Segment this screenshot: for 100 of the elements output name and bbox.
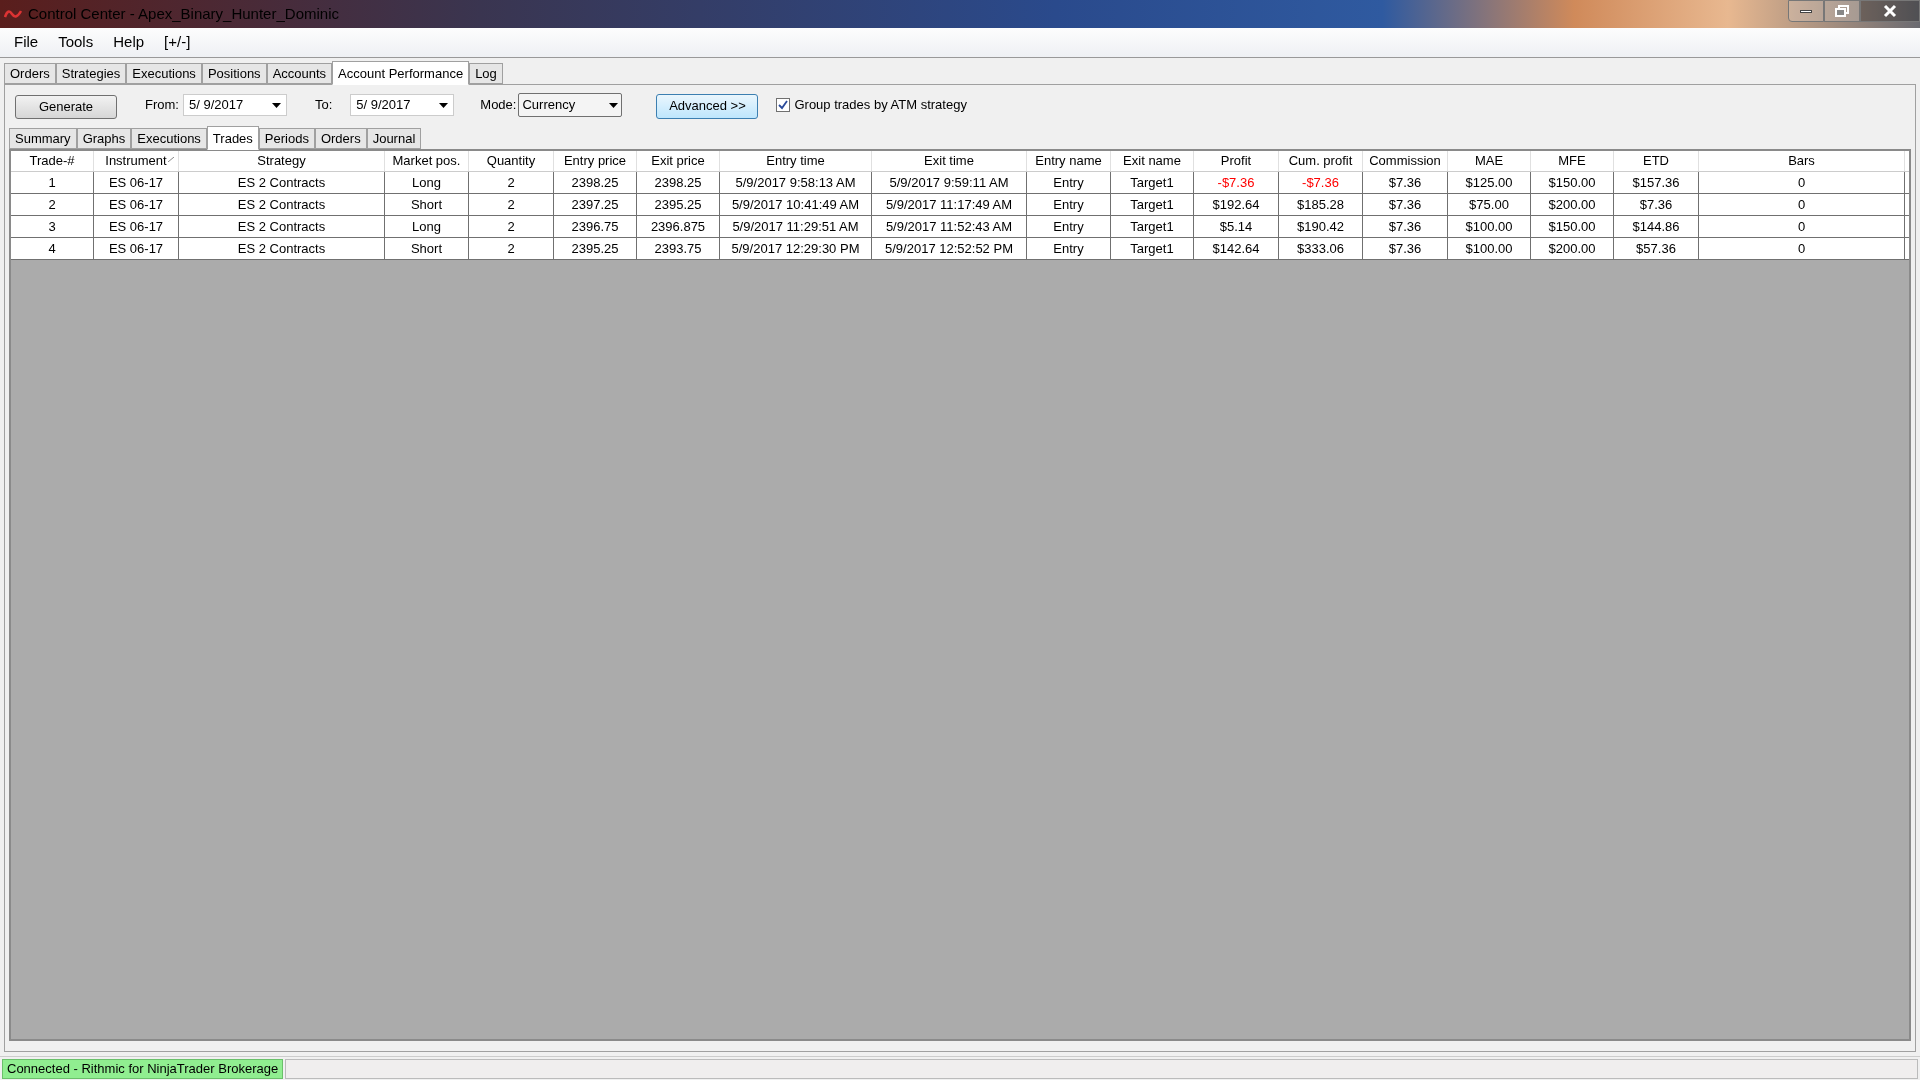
table-cell: ES 2 Contracts [179,238,385,259]
column-header[interactable]: Commission [1363,151,1448,171]
table-cell: $7.36 [1363,194,1448,215]
table-cell: 2 [11,194,94,215]
table-cell: $192.64 [1194,194,1279,215]
column-header[interactable]: Entry price [554,151,637,171]
checkbox[interactable] [776,98,791,112]
table-cell: 5/9/2017 12:52:52 PM [872,238,1027,259]
tab[interactable]: Accounts [266,63,333,84]
table-cell: 2396.875 [637,216,720,237]
table-cell: ES 2 Contracts [179,172,385,193]
column-header[interactable]: Exit time [872,151,1027,171]
column-header[interactable]: Quantity [469,151,554,171]
maximize-icon [1835,5,1849,17]
from-date-field[interactable]: 5/ 9/2017 [182,94,287,116]
menu-item[interactable]: [+/-] [156,31,199,54]
minimize-icon [1800,9,1812,13]
to-label: To: [314,96,333,115]
table-cell: $57.36 [1614,238,1699,259]
column-header[interactable]: Profit [1194,151,1279,171]
table-cell: 5/9/2017 11:52:43 AM [872,216,1027,237]
menu-item[interactable]: Help [105,31,153,54]
table-cell: $190.42 [1279,216,1363,237]
tab[interactable]: Trades [206,126,259,150]
tab[interactable]: Periods [258,128,315,149]
table-cell: Target1 [1111,194,1194,215]
table-cell: 0 [1699,172,1905,193]
table-cell: 2 [469,216,554,237]
tab[interactable]: Orders [4,63,56,84]
tab[interactable]: Account Performance [332,61,470,85]
generate-button[interactable]: Generate [15,95,117,119]
column-header[interactable]: Market pos. [385,151,469,171]
table-cell: 5/9/2017 11:17:49 AM [872,194,1027,215]
column-header[interactable]: Entry name [1027,151,1111,171]
table-cell: ES 2 Contracts [179,216,385,237]
column-header[interactable]: Strategy [179,151,385,171]
tab[interactable]: Summary [9,128,77,149]
column-header[interactable]: ETD [1614,151,1699,171]
table-cell: 2395.25 [554,238,637,259]
table-cell: 2395.25 [637,194,720,215]
table-cell: Entry [1027,172,1111,193]
column-header[interactable]: Exit price [637,151,720,171]
maximize-button[interactable] [1824,0,1860,22]
advanced-button[interactable]: Advanced >> [656,93,759,119]
close-icon [1883,4,1897,18]
table-cell: 5/9/2017 9:58:13 AM [720,172,872,193]
tab[interactable]: Positions [201,63,267,84]
table-cell: $185.28 [1279,194,1363,215]
table-cell: $142.64 [1194,238,1279,259]
table-row[interactable]: 1 ES 06-17 ES 2 Contracts Long 2 2398.25 2398.25 5/9/2017 9:58:13 AM 5/9/2017 9:59:11 AM Entry Target1 -$7.36 -$7.36 $7.36 $125.00 $150.00 $157.36 0 [11,172,1909,194]
table-cell: 2397.25 [554,194,637,215]
column-header[interactable]: Exit name [1111,151,1194,171]
table-cell: $7.36 [1363,216,1448,237]
table-row[interactable]: 2 ES 06-17 ES 2 Contracts Short 2 2397.25 2395.25 5/9/2017 10:41:49 AM 5/9/2017 11:17:49 AM Entry Target1 $192.64 $185.28 $7.36 $75.00 $200.00 $7.36 0 [11,194,1909,216]
table-cell: 2396.75 [554,216,637,237]
table-cell: ES 06-17 [94,238,179,259]
column-header[interactable]: MAE [1448,151,1531,171]
table-cell: Long [385,216,469,237]
table-cell: 2 [469,194,554,215]
mode-dropdown[interactable]: Currency [518,93,623,117]
mode-label: Mode: [480,96,517,115]
minimize-button[interactable] [1788,0,1824,22]
table-cell: 2398.25 [637,172,720,193]
tab[interactable]: Executions [126,63,202,84]
tab[interactable]: Orders [314,128,367,149]
tab[interactable]: Graphs [76,128,132,149]
table-cell: 5/9/2017 9:59:11 AM [872,172,1027,193]
table-cell: -$7.36 [1194,172,1279,193]
table-cell: Short [385,238,469,259]
menu-item[interactable]: Tools [50,31,102,54]
close-button[interactable] [1860,0,1920,22]
column-header[interactable]: MFE [1531,151,1614,171]
app-logo-icon [4,8,22,20]
table-cell: $100.00 [1448,216,1531,237]
table-cell: ES 06-17 [94,172,179,193]
tab[interactable]: Log [469,63,503,84]
tab[interactable]: Executions [131,128,207,149]
table-cell: Target1 [1111,172,1194,193]
column-header[interactable]: Bars [1699,151,1905,171]
tab[interactable]: Journal [366,128,422,149]
table-row[interactable]: 3 ES 06-17 ES 2 Contracts Long 2 2396.75 2396.875 5/9/2017 11:29:51 AM 5/9/2017 11:52:43 AM Entry Target1 $5.14 $190.42 $7.36 $100.00 $150.00 $144.86 0 [11,216,1909,238]
table-cell: $125.00 [1448,172,1531,193]
table-cell: $7.36 [1614,194,1699,215]
dropdown-arrow-icon [439,102,449,108]
column-header[interactable]: Entry time [720,151,872,171]
column-header[interactable]: Instrument [94,151,179,171]
table-cell: Entry [1027,194,1111,215]
table-cell: ES 06-17 [94,194,179,215]
table-cell: Short [385,194,469,215]
table-cell: Long [385,172,469,193]
tab[interactable]: Strategies [55,63,127,84]
table-row[interactable]: 4 ES 06-17 ES 2 Contracts Short 2 2395.25 2393.75 5/9/2017 12:29:30 PM 5/9/2017 12:52:52 PM Entry Target1 $142.64 $333.06 $7.36 $100.00 $200.00 $57.36 0 [11,238,1909,260]
to-date-field[interactable]: 5/ 9/2017 [350,94,455,116]
column-header[interactable]: Trade-# [11,151,94,171]
table-cell: $157.36 [1614,172,1699,193]
table-cell: $200.00 [1531,238,1614,259]
table-cell: 2 [469,172,554,193]
column-header[interactable]: Cum. profit [1279,151,1363,171]
menu-item[interactable]: File [6,31,47,54]
connection-status: Connected - Rithmic for NinjaTrader Brokerage [2,1058,284,1079]
